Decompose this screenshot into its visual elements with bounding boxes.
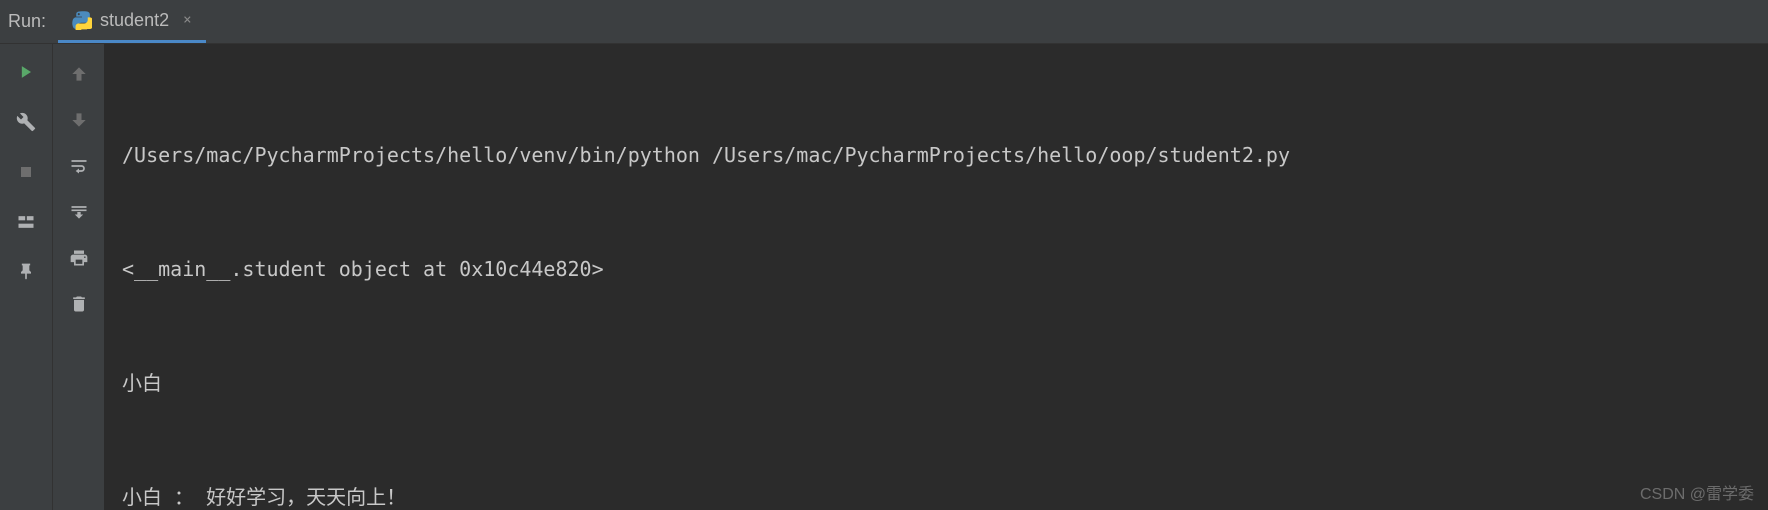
run-panel-label: Run: <box>0 11 58 32</box>
arrow-down-icon[interactable] <box>67 108 91 132</box>
stop-button[interactable] <box>14 160 38 184</box>
run-tool-header: Run: student2 × <box>0 0 1768 44</box>
console-line: 小白 ： 好好学习，天天向上！ <box>122 478 1750 510</box>
rerun-button[interactable] <box>14 60 38 84</box>
run-tool-body: /Users/mac/PycharmProjects/hello/venv/bi… <box>0 44 1768 510</box>
python-icon <box>72 10 92 30</box>
run-config-tab[interactable]: student2 × <box>58 0 206 43</box>
left-gutter-toolbar <box>0 44 52 510</box>
close-icon[interactable]: × <box>183 12 191 28</box>
scroll-to-end-icon[interactable] <box>67 200 91 224</box>
pin-icon[interactable] <box>14 260 38 284</box>
tab-label: student2 <box>100 10 169 31</box>
layout-button[interactable] <box>14 210 38 234</box>
console-line: 小白 <box>122 364 1750 402</box>
console-line: /Users/mac/PycharmProjects/hello/venv/bi… <box>122 136 1750 174</box>
wrench-icon[interactable] <box>14 110 38 134</box>
watermark: CSDN @雷学委 <box>1640 480 1754 504</box>
console-output[interactable]: /Users/mac/PycharmProjects/hello/venv/bi… <box>104 44 1768 510</box>
console-action-toolbar <box>52 44 104 510</box>
trash-icon[interactable] <box>67 292 91 316</box>
console-line: <__main__.student object at 0x10c44e820> <box>122 250 1750 288</box>
soft-wrap-icon[interactable] <box>67 154 91 178</box>
arrow-up-icon[interactable] <box>67 62 91 86</box>
print-icon[interactable] <box>67 246 91 270</box>
